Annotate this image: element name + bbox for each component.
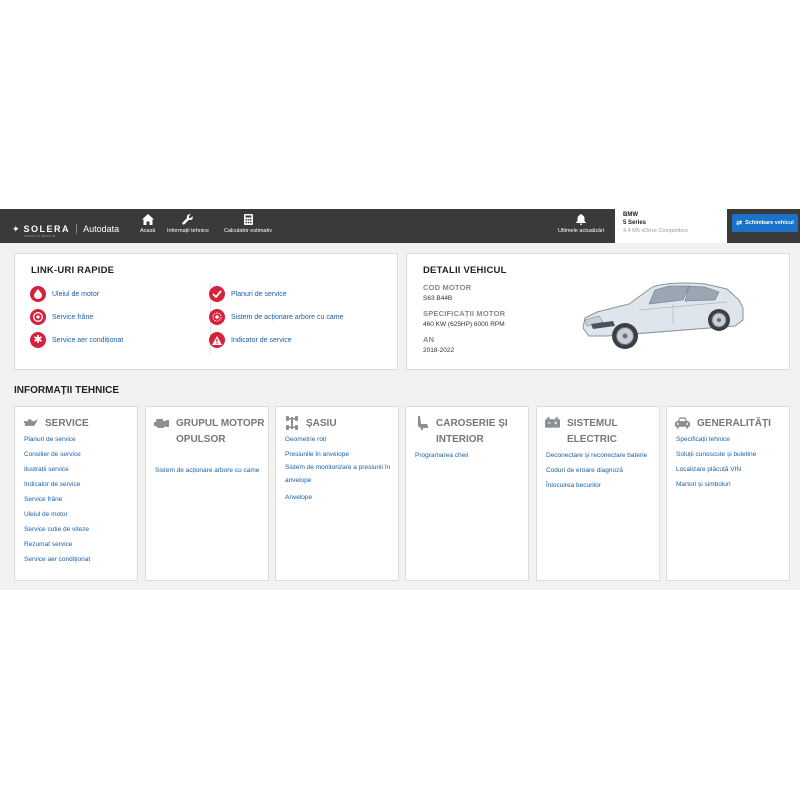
vehicle-image (582, 282, 744, 349)
category-link[interactable]: Uleiul de motor (24, 507, 131, 522)
quick-link-label: Sistem de acționare arbore cu came (231, 313, 344, 321)
category-title: SISTEMUL ELECTRIC (567, 418, 618, 445)
category-link[interactable]: Martori și simboluri (676, 477, 783, 492)
quick-link-label: Uleiul de motor (52, 290, 100, 298)
quick-link-label: Service aer condiționat (52, 336, 124, 344)
battery-icon (545, 416, 560, 429)
category-link[interactable]: Consilier de service (24, 447, 131, 462)
category-title: SERVICE (45, 418, 89, 429)
quick-link-camshaft-drive[interactable]: Sistem de acționare arbore cu came (209, 309, 343, 325)
brake-disc-icon (30, 309, 46, 325)
engine-spec-label: SPECIFICAȚII MOTOR (423, 309, 506, 318)
category-general: GENERALITĂȚI Specificații tehnice Soluți… (666, 406, 790, 581)
nav-technical-info-label: Informații tehnice (167, 228, 209, 234)
category-link[interactable]: Sistem de monitorizare a presiunii în an… (285, 462, 392, 487)
chassis-icon (284, 415, 299, 430)
category-link[interactable]: Service frâne (24, 492, 131, 507)
vehicle-variant: 4.4 M5 xDrive Competition (623, 228, 688, 234)
oil-drop-icon (30, 286, 46, 302)
quick-link-service-indicator[interactable]: Indicator de service (209, 332, 292, 348)
quick-links-panel: LINK-URI RAPIDE Uleiul de motor Service … (14, 253, 398, 370)
wrench-icon (182, 214, 194, 225)
logo-subtitle: VEHICLE REPAIR (24, 234, 56, 238)
car-icon (675, 416, 690, 429)
swap-icon: ⇄ (736, 220, 743, 227)
category-link[interactable]: Rezumat service (24, 537, 131, 552)
quick-link-label: Indicator de service (231, 336, 292, 344)
oil-can-icon (23, 416, 38, 429)
category-body-interior: CAROSERIE ȘI INTERIOR Programarea cheii (405, 406, 529, 581)
category-title: GRUPUL MOTOPROPULSOR (176, 418, 265, 445)
category-link[interactable]: Sistem de acționare arbore cu came (155, 463, 262, 478)
calculator-icon (243, 214, 253, 225)
nav-technical-info[interactable]: Informații tehnice (167, 214, 209, 234)
category-link[interactable]: Deconectare și reconectare baterie (546, 448, 653, 463)
category-link[interactable]: Soluții cunoscute și buletine (676, 447, 783, 462)
nav-home[interactable]: Acasă (140, 214, 155, 234)
quick-link-label: Service frâne (52, 313, 94, 321)
engine-code-value: S63 B44B (423, 295, 453, 302)
timing-belt-icon (209, 309, 225, 325)
category-link[interactable]: Ilustrații service (24, 462, 131, 477)
change-vehicle-label: Schimbare vehicul (745, 220, 794, 226)
category-chassis: ȘASIU Geometrie roți Presiunile în anvel… (275, 406, 399, 581)
nav-calculator[interactable]: Calculator estimativ (224, 214, 272, 234)
nav-latest-updates-label: Ultimele actualizări (558, 228, 605, 234)
category-link[interactable]: Service cutie de viteze (24, 522, 131, 537)
year-label: AN (423, 335, 435, 344)
category-link[interactable]: Programarea cheii (415, 448, 522, 463)
solera-wordmark: SOLERA (23, 224, 71, 234)
category-title: GENERALITĂȚI (697, 418, 771, 429)
quick-link-label: Planuri de service (231, 290, 287, 298)
engine-icon (154, 416, 169, 429)
tech-info-title: INFORMAȚII TEHNICE (14, 385, 119, 396)
category-link[interactable]: Înlocuirea becurilor (546, 478, 653, 493)
vehicle-details-panel: DETALII VEHICUL COD MOTOR S63 B44B SPECI… (406, 253, 790, 370)
category-link[interactable]: Presiunile în anvelope (285, 447, 392, 462)
vehicle-model: 5 Series (623, 220, 647, 226)
bell-icon (576, 214, 587, 225)
category-link[interactable]: Specificații tehnice (676, 432, 783, 447)
logo-divider (76, 224, 78, 234)
home-icon (141, 214, 154, 225)
category-link[interactable]: Service aer condiționat (24, 552, 131, 567)
category-link[interactable]: Planuri de service (24, 432, 131, 447)
quick-link-service-schedules[interactable]: Planuri de service (209, 286, 287, 302)
checkmark-icon (209, 286, 225, 302)
seat-icon (414, 415, 429, 430)
vehicle-make: BMW (623, 212, 638, 218)
nav-latest-updates[interactable]: Ultimele actualizări (558, 214, 604, 234)
category-powertrain: GRUPUL MOTOPROPULSOR Sistem de acționare… (145, 406, 269, 581)
category-link[interactable]: Localizare plăcuță VIN (676, 462, 783, 477)
solera-logo-icon: ✦ (12, 223, 20, 234)
quick-link-brake-service[interactable]: Service frâne (30, 309, 93, 325)
warning-icon (209, 332, 225, 348)
category-title: CAROSERIE ȘI INTERIOR (436, 418, 508, 445)
top-bar: ✦ SOLERA Autodata VEHICLE REPAIR Acasă I… (0, 209, 800, 243)
quick-link-ac-service[interactable]: ✱ Service aer condiționat (30, 332, 123, 348)
selected-vehicle[interactable]: BMW 5 Series 4.4 M5 xDrive Competition (615, 209, 727, 243)
category-electrical: SISTEMUL ELECTRIC Deconectare și reconec… (536, 406, 660, 581)
category-title: ȘASIU (306, 418, 337, 429)
nav-calculator-label: Calculator estimativ (224, 228, 272, 234)
snowflake-icon: ✱ (30, 332, 46, 348)
quick-link-engine-oil[interactable]: Uleiul de motor (30, 286, 99, 302)
category-link[interactable]: Coduri de eroare diagnoză (546, 463, 653, 478)
category-link[interactable]: Indicator de service (24, 477, 131, 492)
category-service: SERVICE Planuri de service Consilier de … (14, 406, 138, 581)
engine-spec-value: 460 KW (625HP) 6000 RPM (423, 321, 505, 328)
year-value: 2018-2022 (423, 347, 455, 354)
app-container: ✦ SOLERA Autodata VEHICLE REPAIR Acasă I… (0, 209, 800, 590)
category-link[interactable]: Geometrie roți (285, 432, 392, 447)
quick-links-title: LINK-URI RAPIDE (31, 265, 115, 276)
nav-home-label: Acasă (140, 228, 156, 234)
product-name: Autodata (83, 224, 120, 234)
category-link[interactable]: Anvelope (285, 490, 392, 505)
change-vehicle-button[interactable]: ⇄ Schimbare vehicul (732, 214, 798, 232)
engine-code-label: COD MOTOR (423, 283, 472, 292)
vehicle-details-title: DETALII VEHICUL (423, 265, 507, 276)
